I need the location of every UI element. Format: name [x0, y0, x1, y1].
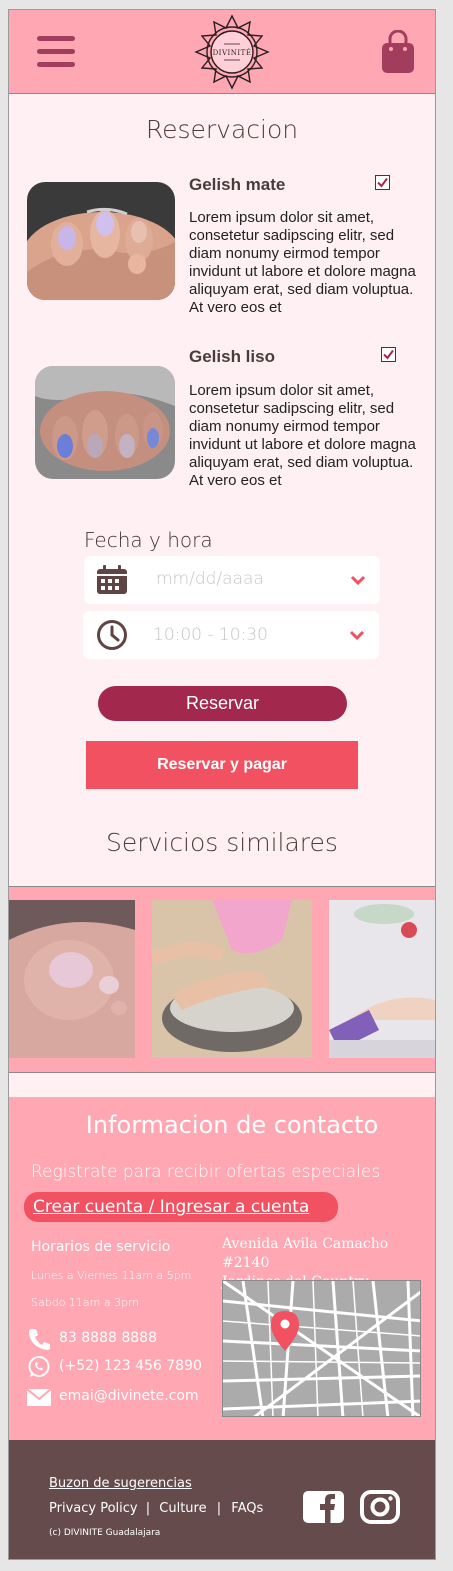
copyright: (c) DIVINITE Guadalajara — [49, 1528, 161, 1538]
contact-title: Informacion de contacto — [85, 1111, 379, 1139]
hours-saturday: Sabdo 11am a 3pm — [31, 1296, 139, 1309]
location-map[interactable] — [222, 1280, 421, 1417]
footer-links-row: Privacy Policy | Culture | FAQs — [49, 1501, 263, 1516]
privacy-policy-link[interactable]: Privacy Policy — [49, 1501, 138, 1516]
product-image-gelish-liso — [35, 366, 175, 479]
product-image-gelish-mate — [27, 182, 175, 300]
contact-section: Informacion de contacto Registrate para … — [9, 1097, 435, 1440]
date-picker[interactable]: mm/dd/aaaa — [84, 556, 380, 604]
suggestions-link[interactable]: Buzon de sugerencias — [49, 1476, 192, 1491]
faqs-link[interactable]: FAQs — [231, 1501, 263, 1516]
footer: Buzon de sugerencias Privacy Policy | Cu… — [9, 1440, 435, 1559]
date-placeholder: mm/dd/aaaa — [156, 569, 264, 589]
service-card-manicure-bowl[interactable] — [152, 900, 312, 1058]
reserve-button[interactable]: Reservar — [98, 686, 347, 721]
footer-separator: | — [145, 1501, 151, 1516]
hours-title: Horarios de servicio — [31, 1239, 171, 1255]
shopping-bag-icon[interactable] — [381, 29, 415, 74]
chevron-down-icon[interactable] — [350, 575, 366, 586]
similar-services-carousel[interactable] — [9, 886, 435, 1073]
date-time-label: Fecha y hora — [84, 528, 213, 552]
product-checkbox[interactable] — [375, 175, 390, 190]
reserve-and-pay-button[interactable]: Reservar y pagar — [86, 741, 358, 789]
service-card-pedicure[interactable] — [9, 900, 135, 1058]
instagram-icon[interactable] — [360, 1490, 400, 1524]
create-account-link[interactable]: Crear cuenta / Ingresar a cuenta — [24, 1192, 338, 1222]
culture-link[interactable]: Culture — [159, 1501, 206, 1516]
top-header: DIVINITÉ — [9, 10, 435, 94]
service-card-spa[interactable] — [329, 900, 435, 1058]
whatsapp-icon — [28, 1356, 50, 1377]
clock-icon — [97, 620, 127, 650]
time-placeholder: 10:00 - 10:30 — [153, 625, 268, 645]
email-address: emai@divinete.com — [59, 1388, 199, 1404]
product-checkbox[interactable] — [381, 347, 396, 362]
chevron-down-icon[interactable] — [349, 630, 365, 641]
hours-weekdays: Lunes a Viernes 11am a 5pm — [31, 1269, 192, 1282]
promo-text: Registrate para recibir ofertas especial… — [31, 1162, 381, 1182]
facebook-icon[interactable] — [303, 1491, 344, 1523]
footer-separator: | — [216, 1501, 222, 1516]
product-name: Gelish mate — [189, 175, 286, 194]
email-icon — [26, 1388, 52, 1406]
svg-text:DIVINITÉ: DIVINITÉ — [213, 48, 252, 57]
calendar-icon — [97, 565, 127, 594]
brand-logo[interactable]: DIVINITÉ — [194, 14, 270, 90]
app-frame: DIVINITÉ Reservacion Gelish mate Lorem i… — [8, 9, 436, 1560]
product-description: Lorem ipsum dolor sit amet, consetetur s… — [189, 209, 416, 316]
similar-services-title: Servicios similares — [106, 828, 338, 857]
phone-number: 83 8888 8888 — [59, 1330, 157, 1346]
time-picker[interactable]: 10:00 - 10:30 — [83, 611, 379, 659]
address-line-1: Avenida Avila Camacho #2140 — [222, 1236, 389, 1271]
product-description: Lorem ipsum dolor sit amet, consetetur s… — [189, 382, 416, 489]
whatsapp-number: (+52) 123 456 7890 — [59, 1358, 202, 1374]
product-name: Gelish liso — [189, 347, 275, 366]
hamburger-menu-icon[interactable] — [37, 36, 75, 68]
reservation-title: Reservacion — [145, 115, 299, 144]
phone-icon — [29, 1329, 50, 1350]
